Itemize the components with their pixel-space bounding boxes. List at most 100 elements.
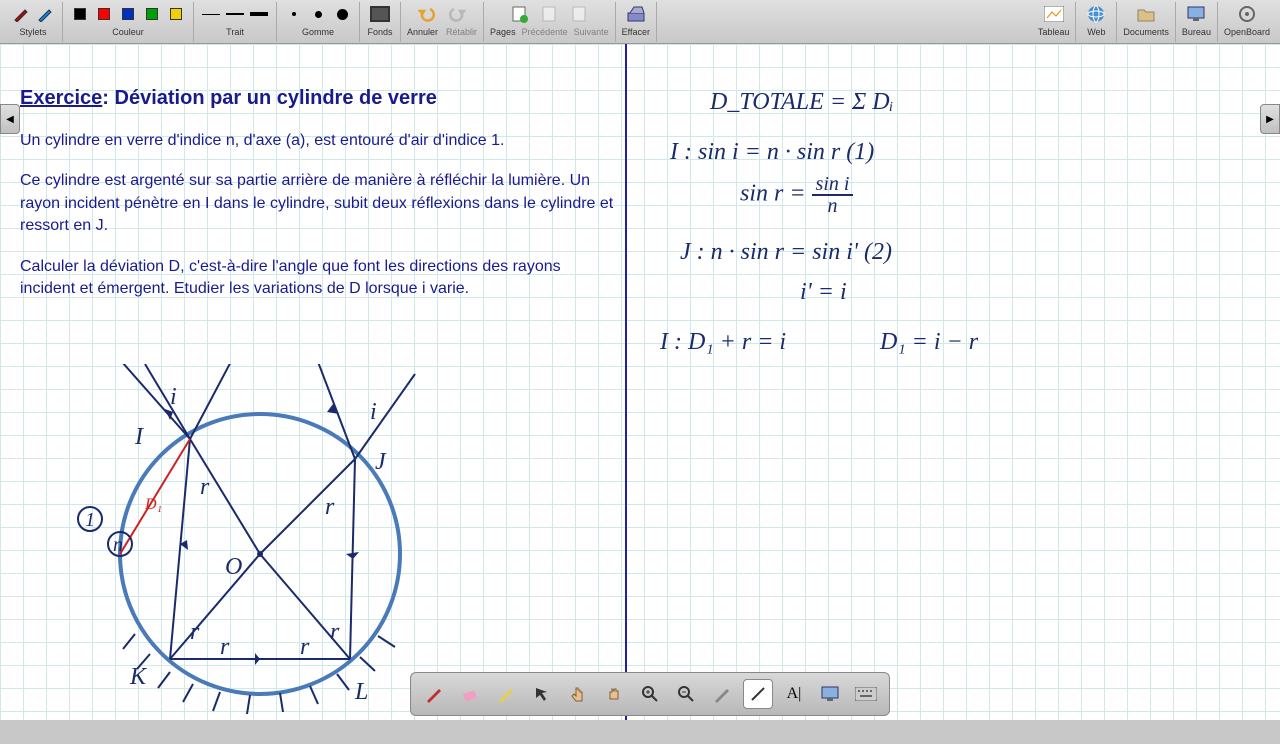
web-button[interactable]	[1082, 0, 1110, 28]
effacer-label: Effacer	[622, 27, 650, 37]
couleur-label: Couleur	[112, 27, 144, 37]
hand-point-tool[interactable]	[563, 679, 593, 709]
eraser-tool[interactable]	[455, 679, 485, 709]
laser-tool[interactable]	[707, 679, 737, 709]
diagram-label-r4: r	[220, 634, 230, 660]
erase-group: Effacer	[616, 2, 657, 42]
undo-group: Annuler Rétablir	[401, 2, 484, 42]
desktop-group: Bureau	[1176, 2, 1218, 42]
highlighter-tool[interactable]	[491, 679, 521, 709]
stylets-group: Stylets	[4, 2, 63, 42]
math-line-1: D_TOTALE = Σ Dᵢ	[710, 89, 893, 116]
redo-button[interactable]	[443, 0, 471, 28]
screen-tool[interactable]	[815, 679, 845, 709]
diagram-label-i2: i	[370, 399, 377, 425]
stylets-label: Stylets	[19, 27, 46, 37]
stylus-tool-1[interactable]	[10, 3, 32, 25]
bureau-label: Bureau	[1182, 27, 1211, 37]
suivante-label: Suivante	[574, 27, 609, 37]
pages-label: Pages	[490, 27, 516, 37]
stroke-med[interactable]	[224, 3, 246, 25]
top-toolbar: Stylets Couleur Trait Gomme Fonds	[0, 0, 1280, 44]
whiteboard-canvas[interactable]: ◀ ▶ Exercice: Déviation par un cylindre …	[0, 44, 1280, 720]
color-group: Couleur	[63, 2, 194, 42]
bottom-toolbar: A|	[410, 672, 890, 716]
diagram-label-r6: r	[330, 619, 340, 645]
stylus-tool-2[interactable]	[34, 3, 56, 25]
text-tool[interactable]: A|	[779, 679, 809, 709]
stroke-thick[interactable]	[248, 3, 270, 25]
math-line-3b: i' = i	[800, 279, 847, 306]
eraser-med[interactable]	[307, 3, 329, 25]
line-tool[interactable]	[743, 679, 773, 709]
documents-button[interactable]	[1132, 0, 1160, 28]
exercise-heading-rest: : Déviation par un cylindre de verre	[102, 87, 437, 109]
background-button[interactable]	[366, 0, 394, 28]
right-panel-tab[interactable]: ▶	[1260, 104, 1280, 134]
new-page-button[interactable]	[505, 0, 533, 28]
math-line-2b-lhs: sin r =	[740, 181, 806, 207]
prev-page-button[interactable]	[535, 0, 563, 28]
documents-group: Documents	[1117, 2, 1176, 42]
erase-all-button[interactable]	[622, 0, 650, 28]
trait-label: Trait	[226, 27, 244, 37]
diagram-label-O: O	[225, 554, 242, 580]
web-label: Web	[1087, 27, 1105, 37]
color-yellow[interactable]	[165, 3, 187, 25]
exercise-p3: Calculer la déviation D, c'est-à-dire l'…	[20, 256, 620, 301]
math-line-2b: sin r = sin i n	[740, 174, 853, 216]
openboard-group: OpenBoard	[1218, 2, 1276, 42]
diagram-label-r5: r	[300, 634, 310, 660]
diagram-label-D1: D₁	[144, 496, 162, 513]
diagram-label-I: I	[134, 424, 144, 450]
diagram-label-r2: r	[325, 494, 335, 520]
eraser-small[interactable]	[283, 3, 305, 25]
board-group: Tableau	[1032, 2, 1077, 42]
pages-group: Pages Précédente Suivante	[484, 2, 616, 42]
math-line-3a: J : n · sin r = sin i' (2)	[680, 239, 892, 266]
stroke-thin[interactable]	[200, 3, 222, 25]
retablir-label: Rétablir	[446, 27, 477, 37]
fraction-denominator: n	[812, 196, 854, 216]
board-button[interactable]	[1040, 0, 1068, 28]
diagram-label-n: n	[113, 534, 123, 556]
web-group: Web	[1076, 2, 1117, 42]
hand-grab-tool[interactable]	[599, 679, 629, 709]
color-green[interactable]	[141, 3, 163, 25]
diagram-label-r3: r	[190, 619, 200, 645]
keyboard-tool[interactable]	[851, 679, 881, 709]
math-fraction: sin i n	[812, 174, 854, 216]
zoom-out-tool[interactable]	[671, 679, 701, 709]
tableau-label: Tableau	[1038, 27, 1070, 37]
zoom-in-tool[interactable]	[635, 679, 665, 709]
left-panel-tab[interactable]: ◀	[0, 104, 20, 134]
stroke-group: Trait	[194, 2, 277, 42]
math-line-4a: I : D₁ + r = i	[660, 329, 786, 356]
background-group: Fonds	[360, 2, 401, 42]
diagram-label-1: 1	[85, 509, 95, 531]
openboard-label: OpenBoard	[1224, 27, 1270, 37]
desktop-button[interactable]	[1182, 0, 1210, 28]
optics-diagram: I J K L O i i r r r r r r 1 n D₁	[75, 364, 435, 744]
math-line-4b: D₁ = i − r	[880, 329, 978, 356]
annuler-label: Annuler	[407, 27, 438, 37]
diagram-label-K: K	[129, 664, 148, 690]
fraction-numerator: sin i	[812, 174, 854, 196]
gomme-label: Gomme	[302, 27, 334, 37]
math-line-2a: I : sin i = n · sin r (1)	[670, 139, 874, 166]
arrow-tool[interactable]	[527, 679, 557, 709]
color-black[interactable]	[69, 3, 91, 25]
exercise-p1: Un cylindre en verre d'indice n, d'axe (…	[20, 130, 620, 152]
precedent-label: Précédente	[522, 27, 568, 37]
eraser-group: Gomme	[277, 2, 360, 42]
eraser-large[interactable]	[331, 3, 353, 25]
vertical-divider	[625, 44, 627, 720]
fonds-label: Fonds	[367, 27, 392, 37]
next-page-button[interactable]	[565, 0, 593, 28]
undo-button[interactable]	[413, 0, 441, 28]
pen-tool[interactable]	[419, 679, 449, 709]
exercise-title: Exercice: Déviation par un cylindre de v…	[20, 84, 620, 112]
color-blue[interactable]	[117, 3, 139, 25]
color-red[interactable]	[93, 3, 115, 25]
openboard-button[interactable]	[1233, 0, 1261, 28]
